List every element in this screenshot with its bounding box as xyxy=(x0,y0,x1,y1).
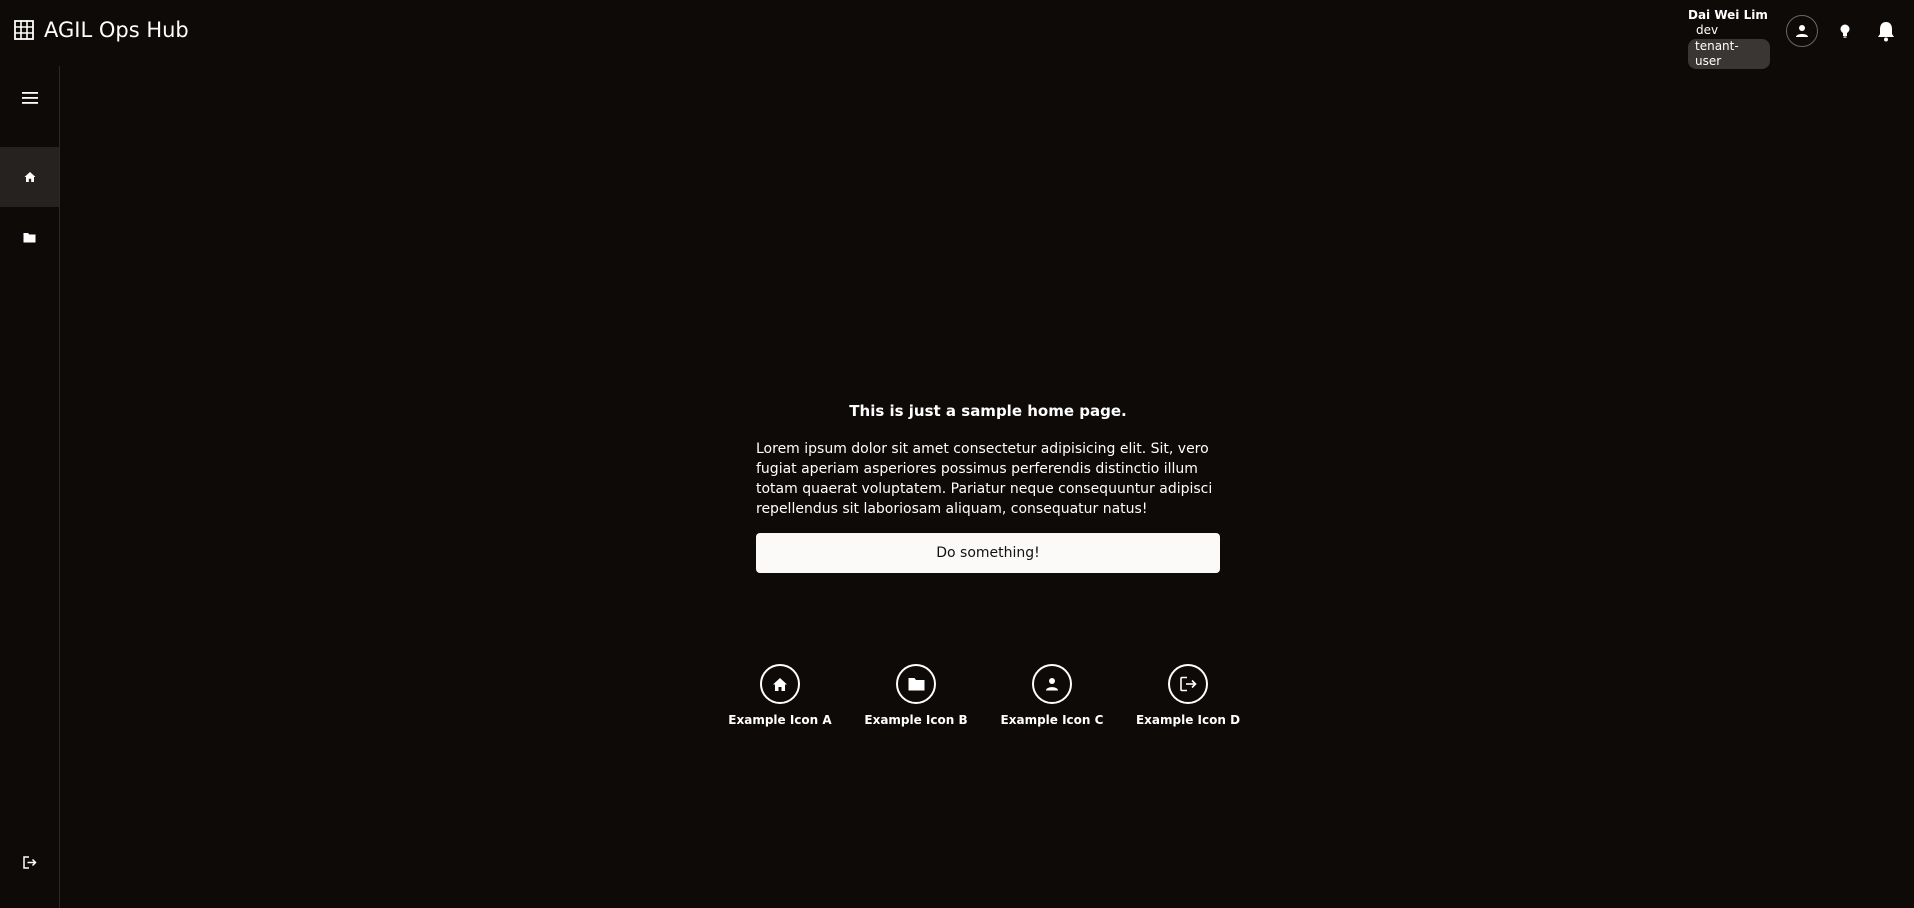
example-icon-b-circle xyxy=(896,664,936,704)
logout-icon xyxy=(22,855,37,869)
example-icon-a-circle xyxy=(760,664,800,704)
bell-icon xyxy=(1878,22,1894,42)
folder-icon xyxy=(23,232,36,242)
do-something-button[interactable]: Do something! xyxy=(756,533,1220,573)
top-app-bar: AGIL Ops Hub Dai Wei Lim dev tenant-user xyxy=(0,0,1914,69)
user-name: Dai Wei Lim xyxy=(1688,8,1768,22)
example-icon-c-label: Example Icon C xyxy=(1000,713,1104,727)
sidebar-menu-toggle[interactable] xyxy=(0,66,59,130)
account-button[interactable] xyxy=(1786,15,1818,47)
folder-icon xyxy=(908,678,924,691)
home-icon xyxy=(773,677,787,691)
example-icon-c[interactable]: Example Icon C xyxy=(992,664,1112,727)
user-environment: dev xyxy=(1696,23,1719,37)
home-icon xyxy=(24,172,35,182)
app-title: AGIL Ops Hub xyxy=(44,18,189,42)
notifications-button[interactable] xyxy=(1870,15,1902,47)
example-icon-a-label: Example Icon A xyxy=(728,713,832,727)
main-content: This is just a sample home page. Lorem i… xyxy=(756,400,1220,573)
page-heading: This is just a sample home page. xyxy=(849,402,1127,420)
account-icon xyxy=(1796,25,1808,37)
person-icon xyxy=(1046,678,1058,691)
example-icon-a[interactable]: Example Icon A xyxy=(720,664,840,727)
sidebar xyxy=(0,66,60,908)
intro-paragraph: Lorem ipsum dolor sit amet consectetur a… xyxy=(756,441,1213,517)
sidebar-item-home[interactable] xyxy=(0,147,59,207)
app-grid-icon[interactable] xyxy=(14,20,34,40)
lightbulb-icon xyxy=(1840,24,1850,38)
example-icon-d-label: Example Icon D xyxy=(1135,713,1241,727)
example-icon-c-circle xyxy=(1032,664,1072,704)
example-icon-d[interactable]: Example Icon D xyxy=(1128,664,1248,727)
example-icon-d-circle xyxy=(1168,664,1208,704)
sidebar-item-logout[interactable] xyxy=(0,842,59,882)
example-icon-b-label: Example Icon B xyxy=(864,713,968,727)
user-info: Dai Wei Lim dev tenant-user xyxy=(1688,8,1770,69)
logout-icon xyxy=(1179,676,1197,692)
user-role-badge: tenant-user xyxy=(1688,39,1770,69)
sidebar-item-files[interactable] xyxy=(0,207,59,267)
theme-toggle-button[interactable] xyxy=(1829,15,1861,47)
example-icons-row: Example Icon A Example Icon B Example Ic… xyxy=(720,664,1260,734)
hamburger-menu-icon xyxy=(21,92,38,104)
example-icon-b[interactable]: Example Icon B xyxy=(856,664,976,727)
